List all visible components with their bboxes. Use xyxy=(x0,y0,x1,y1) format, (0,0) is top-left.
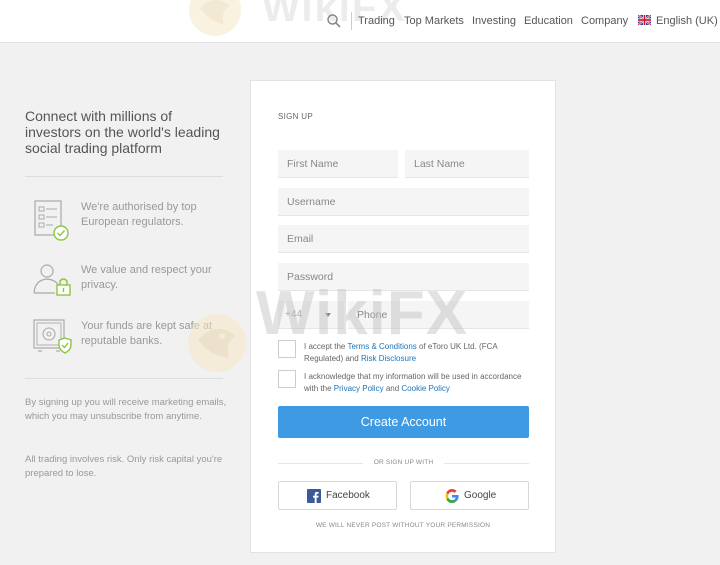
nav-education[interactable]: Education xyxy=(524,15,573,27)
privacy-policy-link[interactable]: Privacy Policy xyxy=(334,384,384,393)
search-icon[interactable] xyxy=(326,13,342,29)
uk-flag-icon[interactable] xyxy=(638,15,651,25)
facebook-label: Facebook xyxy=(326,490,370,501)
safe-vault-icon xyxy=(33,319,72,354)
feature-privacy-text: We value and respect your privacy. xyxy=(81,264,212,291)
or-sign-up-with-text: OR SIGN UP WITH xyxy=(373,459,434,466)
never-post-notice: WE WILL NEVER POST WITHOUT YOUR PERMISSI… xyxy=(315,522,491,529)
divider xyxy=(25,176,223,177)
nav-company[interactable]: Company xyxy=(581,15,628,27)
nav-top-markets[interactable]: Top Markets xyxy=(404,15,464,27)
nav-divider xyxy=(351,12,352,30)
divider xyxy=(25,378,223,379)
feature-privacy: We value and respect your privacy. xyxy=(33,263,233,303)
first-name-input[interactable] xyxy=(278,150,398,178)
wikifx-watermark-text: WikiFX xyxy=(256,279,469,348)
facebook-icon xyxy=(307,489,321,503)
nav-trading[interactable]: Trading xyxy=(358,15,395,27)
feature-regulation: We're authorised by top European regulat… xyxy=(33,200,233,241)
or-divider: OR SIGN UP WITH xyxy=(278,458,529,468)
left-info-panel: Connect with millions of investors on th… xyxy=(25,108,230,156)
last-name-input[interactable] xyxy=(405,150,529,178)
privacy-user-lock-icon xyxy=(33,264,71,296)
risk-disclosure-link[interactable]: Risk Disclosure xyxy=(361,354,416,363)
wikifx-watermark-logo-icon xyxy=(189,0,241,36)
username-input[interactable] xyxy=(278,188,529,216)
nav-investing[interactable]: Investing xyxy=(472,15,516,27)
privacy-text-mid: and xyxy=(383,384,402,393)
risk-disclaimer: All trading involves risk. Only risk cap… xyxy=(25,454,223,479)
signup-title: SIGN UP xyxy=(278,112,313,121)
top-navigation-bar: WikiFX Trading Top Markets Investing Edu… xyxy=(0,0,720,43)
marketing-disclaimer: By signing up you will receive marketing… xyxy=(25,397,227,422)
feature-regulation-text: We're authorised by top European regulat… xyxy=(81,201,197,228)
email-input[interactable] xyxy=(278,225,529,253)
page-headline: Connect with millions of investors on th… xyxy=(25,108,220,156)
cookie-policy-link[interactable]: Cookie Policy xyxy=(401,384,449,393)
google-icon xyxy=(445,489,459,503)
create-account-button[interactable]: Create Account xyxy=(278,406,529,438)
language-selector[interactable]: English (UK) xyxy=(656,15,718,27)
privacy-text: I acknowledge that my information will b… xyxy=(304,371,529,395)
regulation-document-icon xyxy=(34,200,69,241)
google-signup-button[interactable]: Google xyxy=(410,481,529,510)
google-label: Google xyxy=(464,490,497,501)
wikifx-watermark-logo-icon xyxy=(188,314,246,372)
facebook-signup-button[interactable]: Facebook xyxy=(278,481,397,510)
privacy-checkbox[interactable] xyxy=(278,370,296,388)
